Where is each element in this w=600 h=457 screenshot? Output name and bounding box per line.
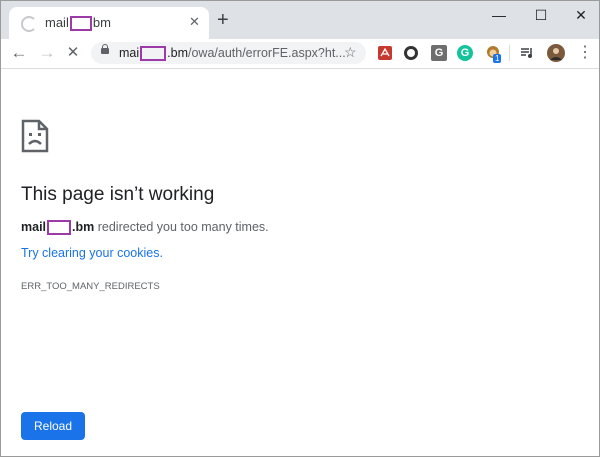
- loading-spinner-icon: [21, 16, 37, 32]
- redaction-box: [69, 16, 92, 32]
- maximize-button[interactable]: ☐: [521, 4, 561, 26]
- minimize-button[interactable]: —: [479, 4, 519, 26]
- new-tab-button[interactable]: +: [217, 10, 229, 30]
- reload-button[interactable]: Reload: [21, 412, 85, 440]
- browser-window: mail bm ✕ + — ☐ ✕ ← → ✕ mai .bm/owa/auth/e…: [0, 0, 600, 457]
- tab-active[interactable]: mail bm ✕: [9, 7, 209, 39]
- media-queue-icon[interactable]: [519, 45, 535, 61]
- error-message: mail .bm redirected you too many times.: [21, 220, 269, 236]
- sad-page-icon: [21, 119, 49, 153]
- extension-badge: 1: [493, 54, 502, 63]
- bookmark-star-icon[interactable]: ☆: [344, 44, 357, 61]
- close-window-button[interactable]: ✕: [561, 4, 599, 26]
- circle-extension-icon[interactable]: [403, 45, 419, 61]
- grammarly-icon[interactable]: G: [457, 45, 473, 61]
- forward-button[interactable]: →: [37, 43, 57, 63]
- url-text[interactable]: mai .bm/owa/auth/errorFE.aspx?ht...: [119, 46, 346, 62]
- g-extension-icon[interactable]: G: [431, 45, 447, 61]
- tab-title: mail bm: [45, 15, 111, 32]
- stop-loading-button[interactable]: ✕: [63, 43, 83, 63]
- tab-close-icon[interactable]: ✕: [189, 14, 200, 30]
- toolbar: ← → ✕ mai .bm/owa/auth/errorFE.aspx?ht...…: [1, 39, 599, 69]
- error-heading: This page isn’t working: [21, 184, 215, 205]
- tab-strip: mail bm ✕ + — ☐ ✕: [1, 1, 599, 39]
- redaction-box: [47, 220, 72, 236]
- clear-cookies-link[interactable]: Try clearing your cookies.: [21, 246, 163, 260]
- back-button[interactable]: ←: [9, 43, 29, 63]
- monkey-extension-icon[interactable]: 1: [485, 45, 502, 63]
- profile-avatar[interactable]: [547, 44, 565, 62]
- lock-icon[interactable]: [101, 44, 109, 54]
- address-bar[interactable]: mai .bm/owa/auth/errorFE.aspx?ht... ☆: [91, 42, 366, 64]
- toolbar-divider: [509, 45, 510, 61]
- pdf-icon[interactable]: [377, 45, 393, 61]
- menu-button[interactable]: ⋮: [575, 43, 595, 63]
- redaction-box: [140, 46, 167, 62]
- error-code: ERR_TOO_MANY_REDIRECTS: [21, 281, 160, 292]
